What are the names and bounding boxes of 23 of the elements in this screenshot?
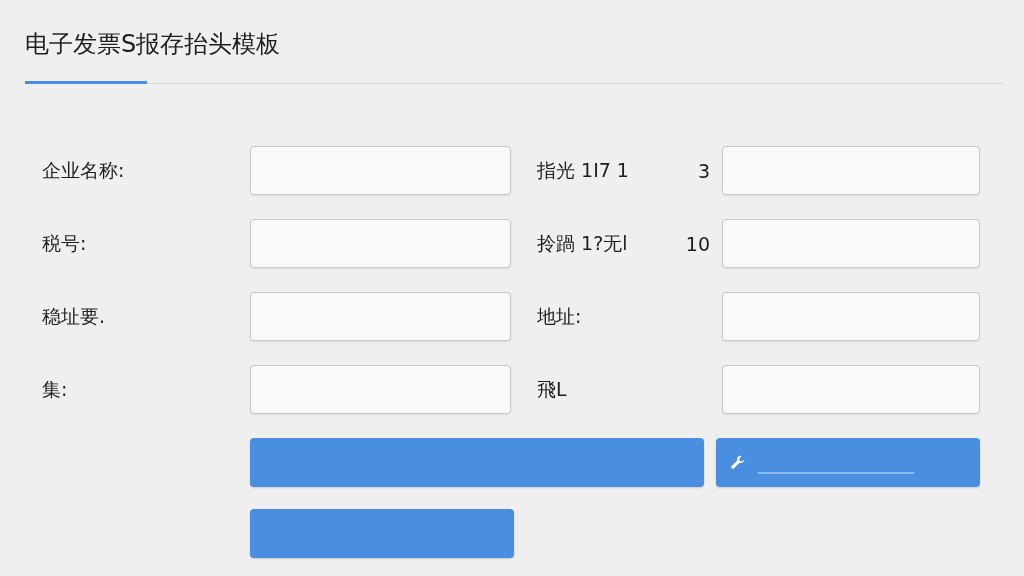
field-label: 拎踻 1?无l	[537, 230, 628, 256]
action-button[interactable]	[250, 438, 704, 487]
field-label: 稳址要.	[42, 303, 106, 329]
input-field[interactable]	[722, 219, 980, 268]
action-button[interactable]	[250, 509, 514, 558]
action-button[interactable]	[716, 438, 980, 487]
field-label: 企业名称:	[42, 157, 125, 183]
input-field[interactable]	[250, 219, 511, 268]
field-number: 3	[697, 159, 710, 182]
input-field[interactable]	[722, 146, 980, 195]
input-field[interactable]	[250, 292, 511, 341]
field-label: 指光 1I7 1	[537, 157, 629, 183]
input-field[interactable]	[250, 146, 511, 195]
page-title: 电子发票S报存抬头模板	[25, 29, 282, 60]
input-field[interactable]	[250, 365, 511, 414]
field-label: 飛L	[537, 376, 567, 402]
field-number: 10	[685, 232, 710, 255]
field-label: 税号:	[42, 230, 87, 256]
field-label: 集:	[42, 376, 68, 402]
wrench-icon	[728, 453, 746, 472]
input-field[interactable]	[722, 292, 980, 341]
field-label: 地址:	[537, 303, 582, 329]
input-field[interactable]	[722, 365, 980, 414]
